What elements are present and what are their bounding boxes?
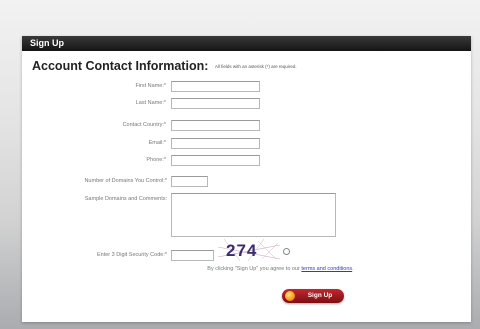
required-note: All fields with an asterisk (*) are requ…: [214, 64, 297, 69]
domains-label: Number of Domains You Control:*: [84, 178, 167, 184]
signup-panel: Sign Up Account Contact Information: All…: [22, 36, 471, 322]
first-name-label: First Name:*: [135, 83, 166, 89]
panel-title: Sign Up: [22, 36, 471, 51]
email-input[interactable]: [171, 138, 260, 149]
sign-up-button[interactable]: Sign Up: [282, 289, 344, 303]
captcha-text: 274: [226, 241, 257, 260]
sample-domains-textarea[interactable]: [171, 193, 336, 237]
captcha-image: 274: [218, 239, 280, 261]
security-code-label: Enter 3 Digit Security Code:*: [96, 252, 167, 258]
domains-input[interactable]: [171, 176, 208, 187]
orange-dot-icon: [285, 291, 295, 301]
contact-country-input[interactable]: [171, 120, 260, 131]
terms-suffix: .: [352, 266, 354, 272]
phone-label: Phone:*: [146, 157, 166, 163]
heading-text: Account Contact Information:: [32, 59, 209, 73]
phone-input[interactable]: [171, 155, 260, 166]
form-heading: Account Contact Information: All fields …: [32, 57, 297, 75]
last-name-input[interactable]: [171, 98, 260, 109]
sign-up-button-label: Sign Up: [307, 292, 333, 299]
refresh-icon[interactable]: [283, 248, 290, 255]
first-name-input[interactable]: [171, 81, 260, 92]
last-name-label: Last Name:*: [135, 100, 166, 106]
email-label: Email:*: [148, 140, 166, 146]
security-code-input[interactable]: [171, 250, 214, 261]
terms-notice: By clicking "Sign Up" you agree to our t…: [22, 266, 471, 272]
terms-prefix: By clicking "Sign Up" you agree to our: [207, 266, 300, 272]
terms-link[interactable]: terms and conditions: [301, 266, 352, 272]
sample-domains-label: Sample Domains and Comments:: [84, 196, 167, 202]
contact-country-label: Contact Country:*: [122, 122, 166, 128]
